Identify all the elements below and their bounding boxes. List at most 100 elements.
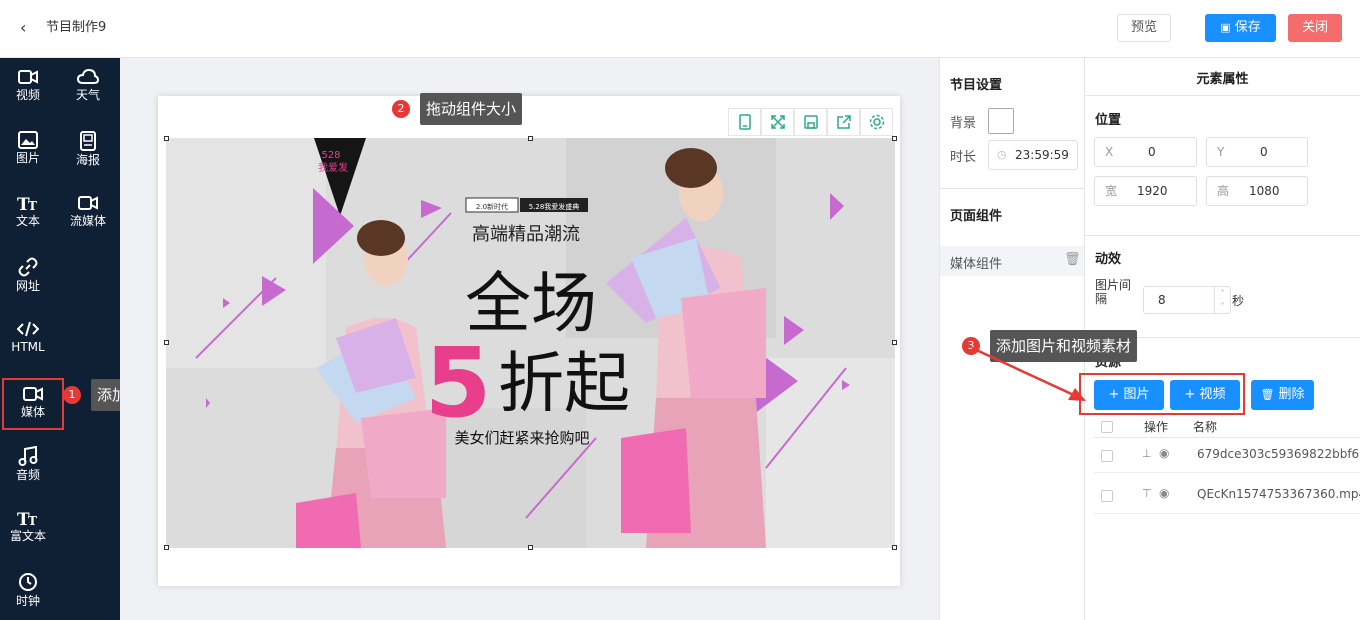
y-label: Y [1217,145,1225,159]
banner-big-num: 5 [425,327,492,439]
sidebar-item-label: 图片 [15,151,40,165]
sidebar-item-label: 网址 [15,279,40,293]
svg-text:T: T [28,514,37,527]
component-sidebar: 视频 天气 图片 海报 TT 文本 流媒体 网址 HTML 媒体 音频 TT 富… [0,58,120,620]
media-icon [23,387,43,401]
x-input[interactable]: X 0 [1094,137,1197,167]
resize-handle[interactable] [164,136,169,141]
background-color-picker[interactable] [988,108,1014,134]
interval-label: 图片间隔 [1095,278,1132,306]
phone-icon[interactable] [728,108,761,136]
duration-input[interactable]: ◷ 23:59:59 [988,140,1078,170]
preview-button[interactable]: 预览 [1117,14,1171,42]
row-checkbox[interactable] [1101,490,1113,502]
sidebar-item-richtext[interactable]: TT 富文本 [0,499,56,555]
annotation-callout-2: 拖动组件大小 [420,93,523,125]
page-components-title: 页面组件 [950,209,1003,224]
save-button[interactable]: ▣ 保存 [1205,14,1276,42]
top-bar: ‹ 节目制作9 预览 ▣ 保存 关闭 [0,0,1360,58]
resize-handle[interactable] [528,136,533,141]
divider [940,188,1086,189]
sidebar-item-label: 媒体 [20,405,45,419]
sidebar-item-label: 流媒体 [69,214,106,228]
y-input[interactable]: Y 0 [1206,137,1308,167]
delete-label: 删除 [1278,387,1305,402]
sidebar-item-url[interactable]: 网址 [0,247,56,303]
eye-icon[interactable]: ◉ [1159,486,1169,500]
trash-icon: 🗑 [1260,388,1275,401]
resize-handle[interactable] [892,136,897,141]
background-label: 背景 [950,116,977,131]
stepper-arrows-icon[interactable]: ˄ ˅ [1214,287,1230,313]
resize-handle[interactable] [164,545,169,550]
table-row[interactable]: ⊤ ◉ QEcKn1574753367360.mp4 [1094,478,1360,514]
divider [1085,95,1360,96]
sidebar-item-poster[interactable]: 海报 [60,121,116,177]
y-value: 0 [1260,145,1268,159]
share-icon[interactable] [827,108,860,136]
media-component-banner[interactable]: 528 我爱发 2.0新时代 5.28我爱发盛典 高端精品潮流 全场 5 折起 … [166,138,895,548]
interval-input[interactable]: 8 ˄ ˅ [1143,286,1231,314]
cloud-icon [77,68,99,84]
sidebar-item-weather[interactable]: 天气 [60,58,116,114]
width-label: 宽 [1105,184,1118,198]
component-list-item[interactable]: 媒体组件 🗑 [940,246,1084,276]
interval-unit: 秒 [1232,294,1245,308]
sidebar-item-audio[interactable]: 音频 [0,436,56,492]
annotation-arrow [971,346,1086,401]
delete-button[interactable]: 🗑 删除 [1251,380,1314,410]
table-row[interactable]: ⊥ ◉ 679dce303c59369822bbf6... [1094,438,1360,473]
save-small-icon[interactable] [794,108,827,136]
program-stage: 528 我爱发 2.0新时代 5.28我爱发盛典 高端精品潮流 全场 5 折起 … [158,96,900,586]
select-all-checkbox[interactable] [1101,421,1113,433]
eye-icon[interactable]: ◉ [1159,446,1169,460]
move-down-icon[interactable]: ⊥ [1142,447,1152,460]
sidebar-item-label: 视频 [15,88,40,102]
row-checkbox[interactable] [1101,450,1113,462]
height-value: 1080 [1249,184,1280,198]
fullscreen-icon[interactable] [761,108,794,136]
resize-handle[interactable] [164,340,169,345]
sidebar-item-label: 音频 [15,468,40,482]
banner-slogan: 美女们赶紧来抢购吧 [454,429,589,447]
height-input[interactable]: 高 1080 [1206,176,1308,206]
resize-handle[interactable] [892,545,897,550]
width-input[interactable]: 宽 1920 [1094,176,1197,206]
resize-handle[interactable] [892,340,897,345]
code-icon [17,321,39,337]
settings-icon[interactable] [860,108,893,136]
banner-pill-left: 2.0新时代 [476,202,508,211]
col-name-header: 名称 [1193,420,1218,434]
save-label: 保存 [1234,20,1261,35]
height-label: 高 [1217,184,1230,198]
width-value: 1920 [1137,184,1168,198]
clock-icon: ◷ [997,148,1007,161]
clock-icon [19,573,37,591]
component-toolbar [728,108,893,136]
music-icon [18,446,38,466]
svg-text:T: T [28,199,37,212]
program-settings-title: 节目设置 [950,78,1003,93]
sidebar-item-video[interactable]: 视频 [0,58,56,114]
video-icon [18,70,38,84]
chevron-left-icon[interactable]: ‹ [20,18,36,38]
sidebar-item-stream[interactable]: 流媒体 [60,184,116,240]
save-icon: ▣ [1220,21,1231,34]
sidebar-item-image[interactable]: 图片 [0,121,56,177]
trash-icon[interactable]: 🗑 [1064,252,1081,267]
poster-icon [80,131,96,151]
banner-tag-text: 我爱发 [318,161,348,174]
sidebar-item-clock[interactable]: 时钟 [0,562,56,618]
close-button[interactable]: 关闭 [1288,14,1342,42]
sidebar-item-media[interactable]: 媒体 [2,378,64,430]
stream-icon [78,196,98,210]
sidebar-item-label: HTML [11,340,45,354]
sidebar-item-text[interactable]: TT 文本 [0,184,56,240]
divider [1085,235,1360,236]
link-icon [18,257,38,277]
banner-pill-right: 5.28我爱发盛典 [529,202,580,211]
sidebar-item-html[interactable]: HTML [0,310,56,366]
resize-handle[interactable] [528,545,533,550]
x-value: 0 [1148,145,1156,159]
move-up-icon[interactable]: ⊤ [1142,487,1152,500]
